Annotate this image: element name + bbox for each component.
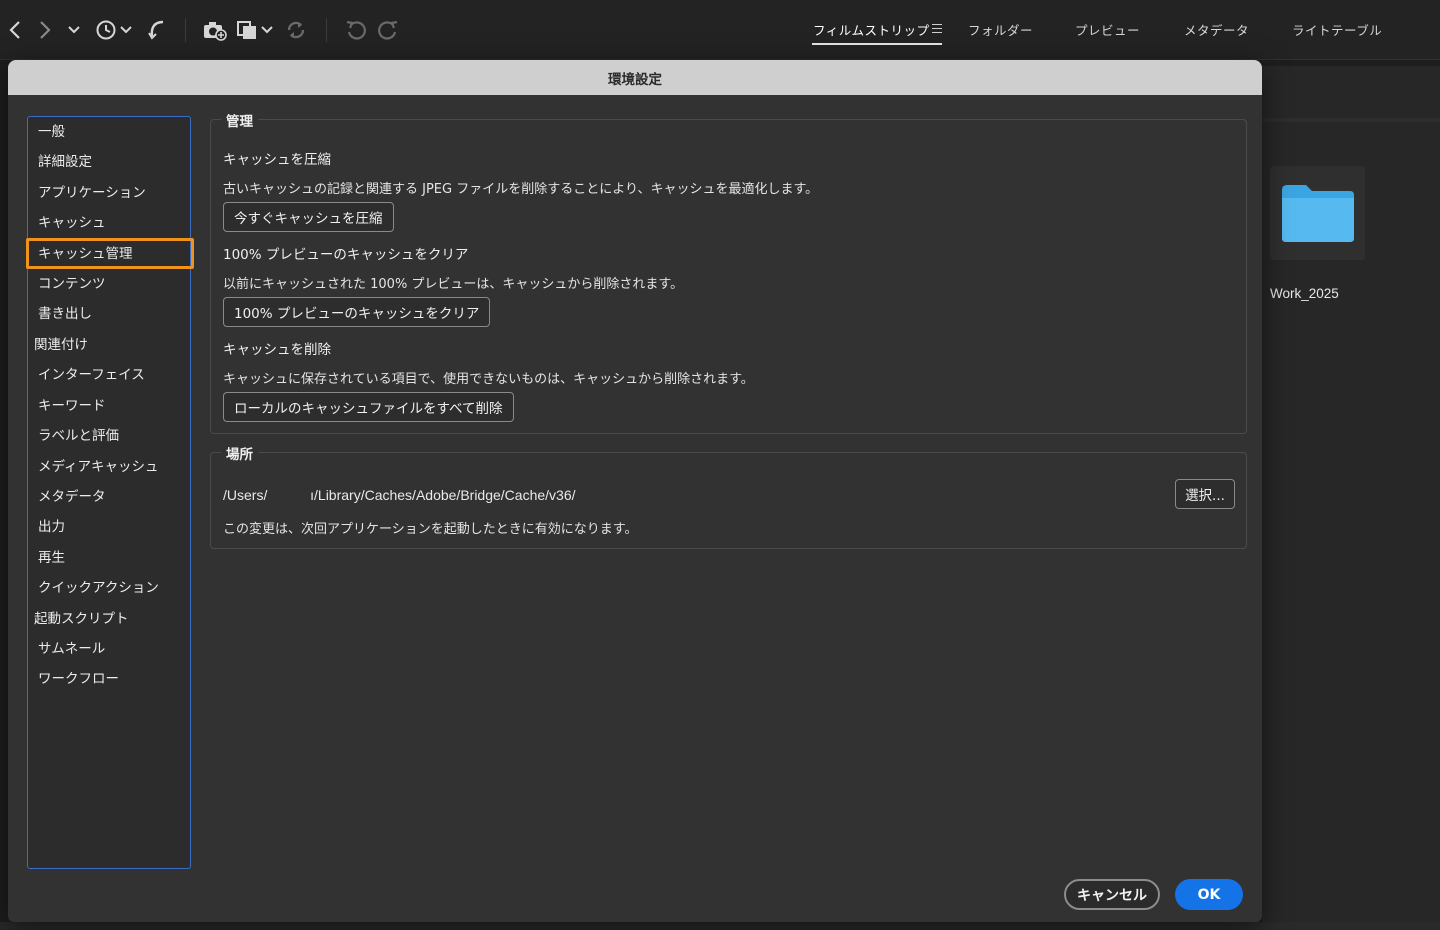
category-content[interactable]: コンテンツ (38, 273, 106, 295)
workspace-tab-metadata[interactable]: メタデータ (1184, 20, 1249, 42)
category-keywords[interactable]: キーワード (38, 395, 106, 417)
category-cache[interactable]: キャッシュ (38, 212, 106, 234)
preferences-category-list[interactable]: 一般 詳細設定 アプリケーション キャッシュ キャッシュ管理 コンテンツ 書き出… (26, 116, 194, 869)
category-metadata[interactable]: メタデータ (38, 486, 106, 508)
workspace-tab-folders[interactable]: フォルダー (968, 20, 1033, 42)
category-general[interactable]: 一般 (38, 121, 65, 143)
category-output[interactable]: 出力 (38, 516, 65, 538)
clear-100-cache-button[interactable]: 100% プレビューのキャッシュをクリア (223, 297, 491, 327)
cancel-button[interactable]: キャンセル (1064, 879, 1160, 910)
back-icon[interactable] (6, 17, 24, 43)
category-export[interactable]: 書き出し (38, 303, 92, 325)
workspace-tab-preview[interactable]: プレビュー (1075, 20, 1140, 42)
clear-100-cache-description: 以前にキャッシュされた 100% プレビューは、キャッシュから削除されます。 (223, 277, 684, 292)
workspace-menu-icon[interactable] (932, 24, 942, 33)
category-startup-scripts[interactable]: 起動スクリプト (34, 608, 129, 630)
category-cache-management[interactable]: キャッシュ管理 (38, 243, 133, 265)
location-group-title: 場所 (221, 443, 258, 463)
rotate-left-icon[interactable] (344, 17, 368, 43)
category-playback[interactable]: 再生 (38, 547, 65, 569)
choose-location-button[interactable]: 選択... (1175, 479, 1235, 509)
folder-name[interactable]: Work_2025 (1270, 286, 1339, 301)
compact-cache-description: 古いキャッシュの記録と関連する JPEG ファイルを削除することにより、キャッシ… (223, 182, 819, 197)
app-toolbar: フィルムストリップ フォルダー プレビュー メタデータ ライトテーブル (0, 0, 1440, 60)
category-workflow[interactable]: ワークフロー (38, 668, 119, 690)
purge-cache-description: キャッシュに保存されている項目で、使用できないものは、キャッシュから削除されます… (223, 372, 754, 387)
chevron-down-icon[interactable] (66, 17, 82, 43)
refresh-icon[interactable] (284, 17, 308, 43)
folder-icon (1280, 182, 1356, 248)
status-bar (0, 922, 1440, 930)
toolbar-separator (326, 18, 327, 42)
workspace-tab-light-table[interactable]: ライトテーブル (1292, 20, 1382, 42)
recent-history-icon[interactable] (94, 17, 134, 43)
category-file-type-associations[interactable]: 関連付け (34, 334, 88, 356)
location-change-note: この変更は、次回アプリケーションを起動したときに有効になります。 (223, 522, 638, 537)
content-panel-divider (1262, 118, 1440, 122)
compact-cache-heading: キャッシュを圧縮 (223, 152, 331, 168)
category-thumbnails[interactable]: サムネール (38, 638, 105, 660)
return-icon[interactable] (146, 17, 168, 43)
toolbar-separator (185, 18, 186, 42)
rotate-right-icon[interactable] (376, 17, 400, 43)
category-application[interactable]: アプリケーション (38, 182, 146, 204)
location-group: 場所 /Users/ ı/Library/Caches/Adobe/Bridge… (210, 443, 1247, 549)
workspace-tab-filmstrip[interactable]: フィルムストリップ (813, 20, 930, 42)
category-interface[interactable]: インターフェイス (38, 364, 145, 386)
purge-local-cache-button[interactable]: ローカルのキャッシュファイルをすべて削除 (223, 392, 514, 422)
ok-button[interactable]: OK (1175, 879, 1243, 910)
preferences-dialog: 環境設定 一般 詳細設定 アプリケーション キャッシュ キャッシュ管理 コンテン… (8, 60, 1262, 922)
active-workspace-indicator (812, 43, 942, 45)
copy-files-icon[interactable] (236, 17, 276, 43)
compact-cache-button[interactable]: 今すぐキャッシュを圧縮 (223, 202, 394, 232)
category-quick-actions[interactable]: クイックアクション (38, 577, 159, 599)
forward-icon[interactable] (36, 17, 54, 43)
purge-cache-heading: キャッシュを削除 (223, 342, 331, 358)
category-media-cache[interactable]: メディアキャッシュ (38, 456, 159, 478)
category-advanced[interactable]: 詳細設定 (38, 151, 92, 173)
camera-import-icon[interactable] (202, 17, 228, 43)
dialog-title: 環境設定 (8, 60, 1262, 95)
management-group: 管理 キャッシュを圧縮 古いキャッシュの記録と関連する JPEG ファイルを削除… (210, 110, 1247, 434)
folder-thumbnail[interactable] (1270, 166, 1365, 260)
clear-100-cache-heading: 100% プレビューのキャッシュをクリア (223, 247, 469, 263)
cache-location-path: /Users/ ı/Library/Caches/Adobe/Bridge/Ca… (223, 487, 576, 503)
category-labels-ratings[interactable]: ラベルと評価 (38, 425, 119, 447)
management-group-title: 管理 (221, 110, 258, 130)
